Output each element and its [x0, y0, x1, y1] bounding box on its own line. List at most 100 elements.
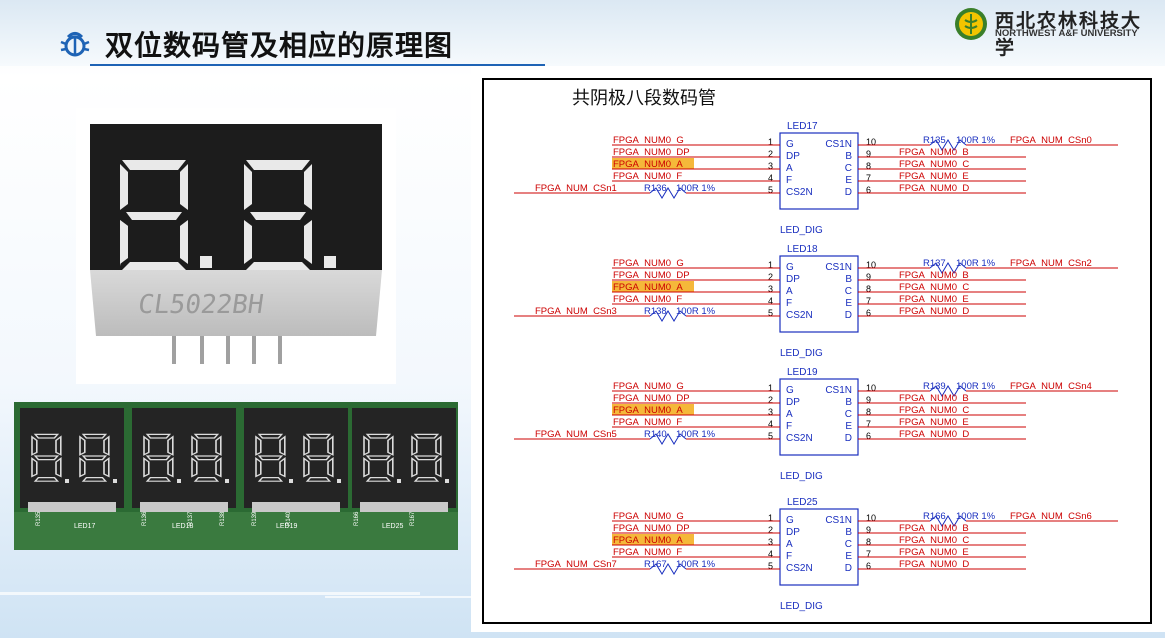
chip-pin-left: A	[786, 163, 793, 174]
net-label: FPGA_NUM0_B	[899, 270, 969, 281]
net-label: FPGA_NUM0_DP	[613, 270, 690, 281]
net-label: FPGA_NUM0_C	[899, 159, 969, 170]
footer-label: LED_DIG	[780, 348, 823, 359]
net-label: FPGA_NUM0_D	[899, 429, 969, 440]
net-label: FPGA_NUM0_F	[613, 294, 682, 305]
net-label: FPGA_NUM0_F	[613, 171, 682, 182]
resistor-ref: R167	[644, 559, 667, 570]
net-label: FPGA_NUM0_B	[899, 393, 969, 404]
chip-pin-right: C	[845, 409, 852, 420]
net-label: FPGA_NUM0_G	[613, 381, 684, 392]
chip-pin-right: CS1N	[825, 515, 852, 526]
cs-net-label: FPGA_NUM_CSn6	[1010, 511, 1092, 522]
resistor-ref: R166	[923, 511, 946, 522]
net-label: FPGA_NUM0_C	[899, 535, 969, 546]
chip-pin-left: F	[786, 551, 792, 562]
resistor-value: 100R 1%	[676, 306, 716, 317]
chip-pin-right: D	[845, 310, 852, 321]
net-label: FPGA_NUM0_G	[613, 135, 684, 146]
chip-label: LED25	[787, 497, 818, 508]
chip-pin-left: CS2N	[786, 563, 813, 574]
chip-pin-left: CS2N	[786, 187, 813, 198]
net-label: FPGA_NUM0_D	[899, 306, 969, 317]
cs-net-label: FPGA_NUM_CSn0	[1010, 135, 1092, 146]
chip-pin-left: F	[786, 175, 792, 186]
led-block: LED17GDPAFCS2NCS1NBCED12345109876FPGA_NU…	[514, 121, 1118, 236]
resistor-ref: R140	[644, 429, 667, 440]
cs-net-label: FPGA_NUM_CSn1	[535, 183, 617, 194]
footer-label: LED_DIG	[780, 471, 823, 482]
net-label: FPGA_NUM0_G	[613, 511, 684, 522]
chip-pin-right: CS1N	[825, 262, 852, 273]
chip-pin-right: CS1N	[825, 139, 852, 150]
net-label: FPGA_NUM0_E	[899, 294, 969, 305]
net-label: FPGA_NUM0_C	[899, 282, 969, 293]
net-label: FPGA_NUM0_G	[613, 258, 684, 269]
light-streak	[0, 592, 420, 595]
cs-net-label: FPGA_NUM_CSn7	[535, 559, 617, 570]
net-label: FPGA_NUM0_A	[613, 535, 683, 546]
chip-label: LED18	[787, 244, 818, 255]
chip-pin-left: G	[786, 262, 794, 273]
net-label: FPGA_NUM0_E	[899, 171, 969, 182]
chip-pin-right: E	[845, 551, 852, 562]
chip-pin-left: DP	[786, 274, 800, 285]
net-label: FPGA_NUM0_D	[899, 183, 969, 194]
chip-pin-left: A	[786, 539, 793, 550]
chip-pin-right: C	[845, 286, 852, 297]
resistor-value: 100R 1%	[956, 135, 996, 146]
chip-pin-left: G	[786, 515, 794, 526]
led-block: LED25GDPAFCS2NCS1NBCED12345109876FPGA_NU…	[514, 497, 1118, 612]
chip-pin-left: F	[786, 298, 792, 309]
schematic-svg: LED17GDPAFCS2NCS1NBCED12345109876FPGA_NU…	[514, 121, 1118, 612]
chip-pin-right: B	[845, 527, 852, 538]
chip-pin-right: E	[845, 421, 852, 432]
chip-pin-right: B	[845, 274, 852, 285]
footer-label: LED_DIG	[780, 225, 823, 236]
chip-label: LED17	[787, 121, 818, 132]
cs-net-label: FPGA_NUM_CSn2	[1010, 258, 1092, 269]
resistor-ref: R138	[644, 306, 667, 317]
chip-pin-right: CS1N	[825, 385, 852, 396]
chip-label: LED19	[787, 367, 818, 378]
net-label: FPGA_NUM0_F	[613, 547, 682, 558]
chip-pin-right: C	[845, 163, 852, 174]
chip-pin-left: DP	[786, 397, 800, 408]
chip-pin-right: E	[845, 298, 852, 309]
cs-net-label: FPGA_NUM_CSn5	[535, 429, 617, 440]
cs-net-label: FPGA_NUM_CSn4	[1010, 381, 1092, 392]
chip-pin-left: CS2N	[786, 310, 813, 321]
chip-pin-left: A	[786, 286, 793, 297]
footer-label: LED_DIG	[780, 601, 823, 612]
chip-pin-left: CS2N	[786, 433, 813, 444]
resistor-ref: R135	[923, 135, 946, 146]
chip-pin-left: A	[786, 409, 793, 420]
net-label: FPGA_NUM0_DP	[613, 147, 690, 158]
net-label: FPGA_NUM0_B	[899, 523, 969, 534]
chip-pin-left: G	[786, 385, 794, 396]
net-label: FPGA_NUM0_F	[613, 417, 682, 428]
chip-pin-right: E	[845, 175, 852, 186]
resistor-value: 100R 1%	[676, 559, 716, 570]
cs-net-label: FPGA_NUM_CSn3	[535, 306, 617, 317]
chip-pin-left: DP	[786, 151, 800, 162]
resistor-value: 100R 1%	[676, 183, 716, 194]
net-label: FPGA_NUM0_B	[899, 147, 969, 158]
led-block: LED18GDPAFCS2NCS1NBCED12345109876FPGA_NU…	[514, 244, 1118, 359]
resistor-ref: R137	[923, 258, 946, 269]
chip-pin-left: G	[786, 139, 794, 150]
chip-pin-right: D	[845, 563, 852, 574]
light-streak	[325, 596, 475, 598]
chip-pin-left: DP	[786, 527, 800, 538]
resistor-value: 100R 1%	[956, 511, 996, 522]
resistor-ref: R136	[644, 183, 667, 194]
net-label: FPGA_NUM0_DP	[613, 393, 690, 404]
net-label: FPGA_NUM0_C	[899, 405, 969, 416]
chip-pin-right: B	[845, 397, 852, 408]
resistor-ref: R139	[923, 381, 946, 392]
net-label: FPGA_NUM0_A	[613, 282, 683, 293]
net-label: FPGA_NUM0_E	[899, 417, 969, 428]
chip-pin-right: D	[845, 187, 852, 198]
led-block: LED19GDPAFCS2NCS1NBCED12345109876FPGA_NU…	[514, 367, 1118, 482]
chip-pin-right: C	[845, 539, 852, 550]
